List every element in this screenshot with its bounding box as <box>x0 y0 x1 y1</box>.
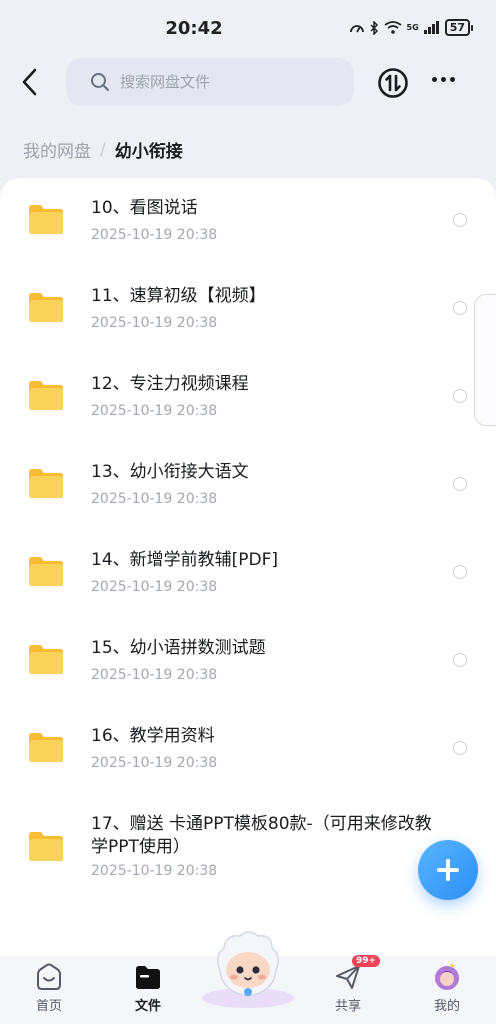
file-name: 13、幼小衔接大语文 <box>91 462 249 482</box>
folder-icon <box>29 381 63 410</box>
breadcrumb-current: 幼小衔接 <box>114 142 183 162</box>
select-radio[interactable] <box>453 565 467 579</box>
folder-icon <box>29 733 63 762</box>
file-list: 10、看图说话 2025-10-19 20:38 11、速算初级【视频】 202… <box>0 178 496 956</box>
file-date: 2025-10-19 20:38 <box>91 755 218 771</box>
file-date: 2025-10-19 20:38 <box>91 227 218 243</box>
folder-icon <box>29 205 63 234</box>
network-type: 5G <box>406 23 419 32</box>
search-icon <box>91 73 109 91</box>
breadcrumb: 我的网盘 / 幼小衔接 <box>23 137 183 163</box>
select-radio[interactable] <box>453 477 467 491</box>
file-name: 10、看图说话 <box>91 198 198 218</box>
select-radio[interactable] <box>453 653 467 667</box>
folder-icon <box>29 293 63 322</box>
tab-share-label: 共享 <box>334 999 361 1014</box>
file-name: 15、幼小语拼数测试题 <box>91 638 266 658</box>
share-badge: 99+ <box>352 955 381 967</box>
file-date: 2025-10-19 20:38 <box>91 403 218 419</box>
file-date: 2025-10-19 20:38 <box>91 491 218 507</box>
file-date: 2025-10-19 20:38 <box>91 579 218 595</box>
tab-files-label: 文件 <box>134 999 161 1014</box>
file-name: 17、赠送 卡通PPT模板80款-（可用来修改教学PPT使用） <box>91 814 432 857</box>
tab-home[interactable]: 首页 <box>9 956 89 1024</box>
folder-icon <box>29 469 63 498</box>
select-radio[interactable] <box>453 741 467 755</box>
home-icon <box>37 963 61 990</box>
assistant-mascot-icon[interactable] <box>200 926 296 1010</box>
breadcrumb-root[interactable]: 我的网盘 <box>23 137 91 162</box>
breadcrumb-separator: / <box>100 139 106 160</box>
select-radio[interactable] <box>453 213 467 227</box>
files-icon <box>136 966 160 989</box>
send-icon <box>336 965 360 989</box>
file-date: 2025-10-19 20:38 <box>91 315 218 331</box>
file-name: 11、速算初级【视频】 <box>91 286 266 306</box>
wifi-icon <box>384 21 402 34</box>
data-speed-icon <box>349 24 364 32</box>
battery-icon: 57 <box>444 19 474 36</box>
tab-files[interactable]: 文件 <box>108 956 188 1024</box>
folder-icon <box>29 557 63 586</box>
file-date: 2025-10-19 20:38 <box>91 667 218 683</box>
select-radio[interactable] <box>453 389 467 403</box>
signal-icon <box>423 21 439 34</box>
tab-home-label: 首页 <box>35 999 62 1014</box>
file-date: 2025-10-19 20:38 <box>91 863 218 879</box>
status-icons: 5G 57 <box>349 19 474 36</box>
bluetooth-icon <box>370 20 378 35</box>
side-drawer-handle[interactable] <box>474 294 496 426</box>
folder-icon <box>29 645 63 674</box>
add-button[interactable] <box>418 840 478 900</box>
tab-mine-label: 我的 <box>433 999 460 1014</box>
file-name: 14、新增学前教辅[PDF] <box>91 550 279 570</box>
more-menu-icon[interactable] <box>432 77 455 82</box>
status-bar: 20:42 5G 57 <box>0 0 496 58</box>
search-bar[interactable] <box>66 58 354 106</box>
search-input[interactable] <box>118 72 342 92</box>
back-arrow-icon[interactable] <box>18 67 42 97</box>
avatar-icon <box>435 964 459 990</box>
status-time: 20:42 <box>165 18 223 39</box>
transfer-icon[interactable] <box>377 67 409 99</box>
folder-icon <box>29 832 63 861</box>
tab-mine[interactable]: 我的 <box>407 956 487 1024</box>
file-name: 12、专注力视频课程 <box>91 374 249 394</box>
select-radio[interactable] <box>453 301 467 315</box>
file-name: 16、教学用资料 <box>91 726 215 746</box>
tab-share[interactable]: 99+ 共享 <box>308 955 388 1024</box>
